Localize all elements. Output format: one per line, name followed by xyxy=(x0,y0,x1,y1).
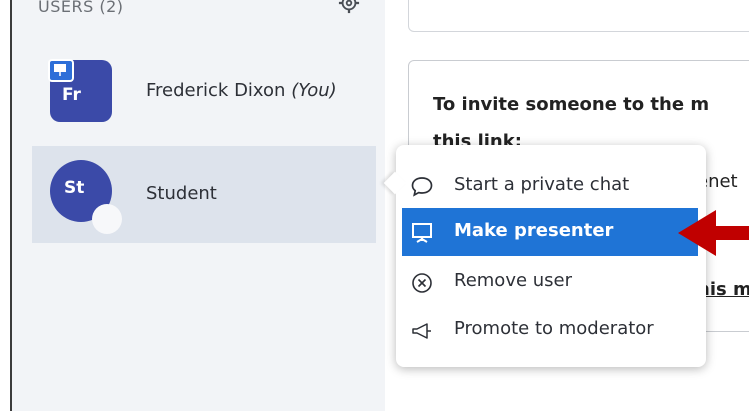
menu-item-promote-to-moderator[interactable]: Promote to moderator xyxy=(402,306,698,354)
gear-icon[interactable] xyxy=(338,0,360,14)
menu-item-label: Promote to moderator xyxy=(454,318,654,339)
users-sidebar: USERS (2) Fr Frederick Dixon (You) St St… xyxy=(12,0,385,411)
menu-item-start-private-chat[interactable]: Start a private chat xyxy=(402,162,698,210)
chat-bubble-icon xyxy=(411,177,433,197)
user-name: Frederick Dixon (You) xyxy=(146,80,337,101)
user-list-item-frederick[interactable]: Fr Frederick Dixon (You) xyxy=(32,48,376,144)
user-list-item-student[interactable]: St Student xyxy=(32,146,376,243)
menu-item-make-presenter[interactable]: Make presenter xyxy=(402,208,698,256)
avatar-initials: St xyxy=(64,178,85,198)
users-header: USERS (2) xyxy=(38,0,124,16)
menu-item-remove-user[interactable]: Remove user xyxy=(402,258,698,306)
user-context-menu: Start a private chat Make presenter Remo… xyxy=(383,145,706,367)
status-indicator xyxy=(92,204,122,234)
menu-item-label: Remove user xyxy=(454,270,573,291)
avatar-initials: Fr xyxy=(62,85,81,105)
you-tag: (You) xyxy=(291,80,337,101)
user-name: Student xyxy=(146,183,217,204)
presenter-screen-icon xyxy=(412,223,432,243)
red-arrow-icon xyxy=(678,210,749,256)
main-top-panel xyxy=(408,0,749,32)
menu-item-label: Make presenter xyxy=(454,220,614,241)
invite-text: To invite someone to the m xyxy=(433,94,710,115)
megaphone-icon xyxy=(412,323,431,339)
status-indicator xyxy=(112,116,132,136)
presenter-icon xyxy=(48,59,74,82)
menu-item-label: Start a private chat xyxy=(454,174,630,195)
remove-circle-icon xyxy=(412,273,432,293)
